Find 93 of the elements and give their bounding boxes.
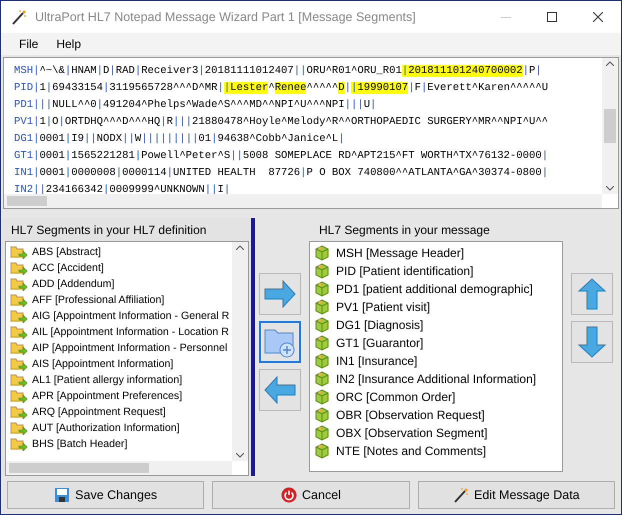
folder-arrow-icon bbox=[10, 261, 28, 275]
segment-list-item[interactable]: ARQ [Appointment Request] bbox=[10, 404, 232, 420]
message-line: GT1|0001|1565221281|Powell^Peter^S||5008 SOMEPLACE RD^APT215^FT WORTH^TX^76132-0000| bbox=[14, 149, 550, 164]
segment-list-item[interactable]: ORC [Common Order] bbox=[314, 388, 558, 406]
folder-arrow-icon bbox=[10, 309, 28, 323]
up-chevron-icon bbox=[236, 245, 244, 250]
up-arrow-icon bbox=[577, 277, 607, 311]
vertical-scrollbar[interactable] bbox=[602, 58, 618, 194]
down-arrow-icon bbox=[577, 325, 607, 359]
segment-list-item[interactable]: APR [Appointment Preferences] bbox=[10, 388, 232, 404]
cube-icon bbox=[314, 353, 330, 369]
cube-icon bbox=[314, 389, 330, 405]
remove-segment-button[interactable] bbox=[259, 369, 301, 411]
cube-icon bbox=[314, 245, 330, 261]
cube-icon bbox=[314, 443, 330, 459]
cube-icon bbox=[314, 299, 330, 315]
horizontal-scrollbar[interactable] bbox=[6, 461, 232, 475]
message-line: PV1|1|O|ORTDHQ^^^D^^^HQ|R|||21880478^Hoyle^Melody^R^^ORTHOPAEDIC SURGERY^MR^^NPI^U^^ bbox=[14, 115, 550, 130]
left-arrow-icon bbox=[263, 375, 297, 405]
panel-title: HL7 Segments in your HL7 definition bbox=[10, 222, 208, 239]
message-line: IN2||234166342|0009999^UNKNOWN||I| bbox=[14, 183, 232, 194]
horizontal-scrollbar[interactable] bbox=[4, 194, 602, 208]
cube-icon bbox=[314, 407, 330, 423]
folder-arrow-icon bbox=[10, 293, 28, 307]
segment-list-item[interactable]: NTE [Notes and Comments] bbox=[314, 442, 558, 460]
segment-list-item[interactable]: ACC [Accident] bbox=[10, 260, 232, 276]
save-button[interactable]: Save Changes bbox=[7, 481, 204, 509]
folder-arrow-icon bbox=[10, 325, 28, 339]
segment-list-item[interactable]: AUT [Authorization Information] bbox=[10, 420, 232, 436]
move-up-button[interactable] bbox=[571, 273, 613, 315]
cube-icon bbox=[314, 371, 330, 387]
panel-title: HL7 Segments in your message bbox=[318, 222, 491, 239]
message-line: MSH|^~\&|HNAM|D|RAD|Receiver3|20181111012407||ORU^R01^ORU_R01|201811101240700002|P| bbox=[14, 64, 543, 79]
segment-list-item[interactable]: OBX [Observation Segment] bbox=[314, 424, 558, 442]
segment-list-item[interactable]: AL1 [Patient allergy information] bbox=[10, 372, 232, 388]
segment-list-item[interactable]: AIL [Appointment Information - Location R bbox=[10, 324, 232, 340]
segment-list-item[interactable]: AIS [Appointment Information] bbox=[10, 356, 232, 372]
folder-arrow-icon bbox=[10, 277, 28, 291]
cube-icon bbox=[314, 281, 330, 297]
close-icon bbox=[593, 12, 603, 22]
folder-arrow-icon bbox=[10, 373, 28, 387]
segment-list-item[interactable]: GT1 [Guarantor] bbox=[314, 334, 558, 352]
add-folder-button[interactable] bbox=[259, 321, 301, 363]
window-title: UltraPort HL7 Notepad Message Wizard Part 1 [Message Segments] bbox=[35, 10, 417, 24]
segment-list-item[interactable]: PID [Patient identification] bbox=[314, 262, 558, 280]
magic-wand-icon bbox=[11, 9, 27, 25]
menu-item[interactable]: File bbox=[11, 35, 46, 53]
cube-icon bbox=[314, 317, 330, 333]
message-line: DG1|0001|I9||NODX||W|||||||||01|94638^Cobb^Janice^L| bbox=[14, 132, 346, 147]
magic-wand-icon bbox=[453, 487, 470, 503]
segment-list-item[interactable]: ADD [Addendum] bbox=[10, 276, 232, 292]
maximize-icon bbox=[547, 12, 557, 22]
cube-icon bbox=[314, 335, 330, 351]
power-icon bbox=[281, 487, 298, 503]
segment-list-item[interactable]: OBR [Observation Request] bbox=[314, 406, 558, 424]
segment-list-item[interactable]: IN1 [Insurance] bbox=[314, 352, 558, 370]
folder-arrow-icon bbox=[10, 389, 28, 403]
folder-arrow-icon bbox=[10, 341, 28, 355]
folder-arrow-icon bbox=[10, 405, 28, 419]
folder-arrow-icon bbox=[10, 421, 28, 435]
segment-list-item[interactable]: AIP [Appointment Information - Personnel bbox=[10, 340, 232, 356]
edit-button[interactable]: Edit Message Data bbox=[418, 481, 615, 509]
segment-list-item[interactable]: BHS [Batch Header] bbox=[10, 436, 232, 452]
add-segment-button[interactable] bbox=[259, 273, 301, 315]
segment-list-item[interactable]: ABS [Abstract] bbox=[10, 244, 232, 260]
segment-list-item[interactable]: IN2 [Insurance Additional Information] bbox=[314, 370, 558, 388]
cube-icon bbox=[314, 263, 330, 279]
down-chevron-icon bbox=[606, 186, 614, 191]
scrollbar-thumb[interactable] bbox=[604, 109, 616, 143]
menu-item[interactable]: Help bbox=[48, 35, 90, 53]
down-chevron-icon bbox=[236, 453, 244, 458]
folder-arrow-icon bbox=[10, 437, 28, 451]
right-arrow-icon bbox=[263, 279, 297, 309]
minimize-icon bbox=[501, 16, 511, 18]
up-chevron-icon bbox=[606, 61, 614, 66]
vertical-scrollbar[interactable] bbox=[232, 242, 248, 461]
message-line: IN1|0001|0000008|0000114|UNITED HEALTH 87726|P O BOX 740800^^ATLANTA^GA^30374-0800| bbox=[14, 166, 550, 181]
cancel-button[interactable]: Cancel bbox=[212, 481, 410, 509]
move-down-button[interactable] bbox=[571, 321, 613, 363]
segment-list-item[interactable]: PV1 [Patient visit] bbox=[314, 298, 558, 316]
message-line: PD1|||NULL^^0|491204^Phelps^Wade^S^^^MD^^NPI^U^^^NPI|||U| bbox=[14, 98, 378, 113]
message-editor[interactable] bbox=[3, 57, 619, 209]
scrollbar-thumb[interactable] bbox=[7, 196, 47, 206]
segment-list-item[interactable]: MSH [Message Header] bbox=[314, 244, 558, 262]
message-line: PID|1|69433154|3119565728^^^D^MR||Lester^Renee^^^^^D||19990107|F|Everett^Karen^^^^^U bbox=[14, 81, 550, 96]
segment-list-item[interactable]: AFF [Professional Affiliation] bbox=[10, 292, 232, 308]
scrollbar-thumb[interactable] bbox=[9, 463, 149, 473]
segment-list-item[interactable]: AIG [Appointment Information - General R bbox=[10, 308, 232, 324]
segment-list-item[interactable]: DG1 [Diagnosis] bbox=[314, 316, 558, 334]
segment-list-item[interactable]: PD1 [patient additional demographic] bbox=[314, 280, 558, 298]
cube-icon bbox=[314, 425, 330, 441]
folder-arrow-icon bbox=[10, 245, 28, 259]
folder-arrow-icon bbox=[10, 357, 28, 371]
